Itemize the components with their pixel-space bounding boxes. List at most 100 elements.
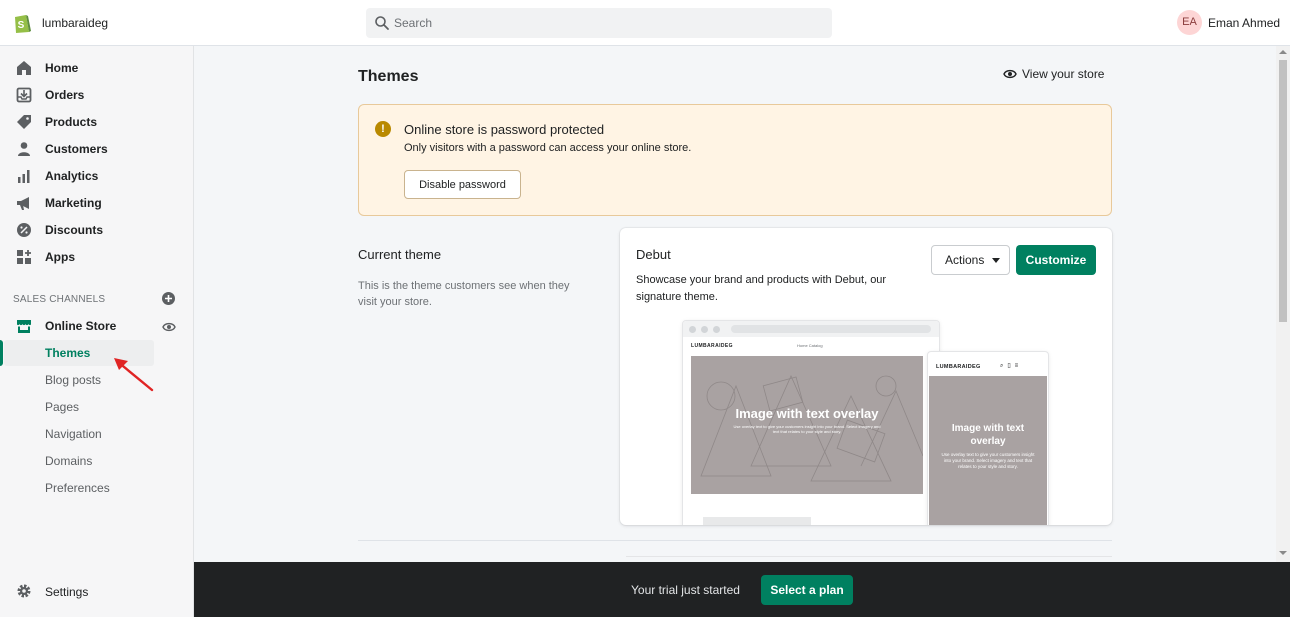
sidebar-subitem-navigation[interactable]: Navigation [0, 421, 194, 447]
sidebar-subitem-blog-posts[interactable]: Blog posts [0, 367, 194, 393]
mobile-hero-image: Image with text overlay Use overlay text… [929, 376, 1047, 525]
svg-text:S: S [18, 20, 25, 31]
bar-chart-icon [18, 170, 30, 183]
window-dot [701, 326, 708, 333]
window-dot [713, 326, 720, 333]
trial-text: Your trial just started [631, 583, 740, 597]
sidebar-item-label: Home [45, 61, 79, 75]
sidebar-subitem-themes[interactable]: Themes [0, 340, 194, 366]
search-input[interactable] [394, 8, 814, 38]
sidebar-item-orders[interactable]: Orders [0, 82, 194, 108]
home-icon [17, 61, 31, 75]
search-bar[interactable] [366, 8, 832, 38]
apps-icon [17, 250, 31, 264]
scroll-up-icon[interactable] [1279, 50, 1287, 54]
sidebar-subitem-label: Domains [45, 454, 93, 468]
scroll-down-icon[interactable] [1279, 551, 1287, 555]
caret-down-icon [992, 258, 1000, 263]
sidebar-subitem-domains[interactable]: Domains [0, 448, 194, 474]
current-theme-description: This is the theme customers see when the… [358, 280, 570, 308]
view-store-label: View your store [1022, 67, 1105, 81]
preview-brand: LUMBARAIDEG [691, 343, 733, 349]
password-banner: ! Online store is password protected Onl… [358, 104, 1112, 216]
trial-bar: Your trial just started Select a plan [194, 562, 1290, 617]
shopify-logo-icon[interactable]: S [12, 12, 32, 34]
sidebar-subitem-label: Pages [45, 400, 80, 414]
top-bar: S lumbaraideg EA Eman Ahmed [0, 0, 1290, 46]
sidebar-item-label: Online Store [45, 319, 117, 333]
mobile-hero-title: Image with text overlay [951, 423, 1025, 447]
add-channel-icon[interactable] [162, 292, 175, 305]
discount-icon [17, 223, 31, 237]
sidebar-item-analytics[interactable]: Analytics [0, 163, 194, 189]
section-divider [358, 540, 1112, 541]
actions-button[interactable]: Actions [931, 245, 1010, 275]
page-title: Themes [358, 68, 419, 85]
sidebar-item-products[interactable]: Products [0, 109, 194, 135]
person-icon [18, 142, 30, 156]
card-divider [626, 556, 1112, 557]
sidebar-item-settings[interactable]: Settings [0, 578, 194, 604]
sidebar-item-home[interactable]: Home [0, 55, 194, 81]
sidebar-subitem-label: Themes [45, 346, 91, 360]
theme-card: Debut Showcase your brand and products w… [620, 228, 1112, 525]
orders-icon [16, 87, 32, 103]
sidebar-subitem-label: Preferences [45, 481, 110, 495]
mobile-hero-subtitle: Use overlay text to give your customers … [941, 452, 1035, 469]
window-dot [689, 326, 696, 333]
sidebar: Home Orders Products Customers Analytics… [0, 46, 194, 617]
user-name[interactable]: Eman Ahmed [1208, 16, 1280, 30]
mobile-preview: LUMBARAIDEG ⌕▯≡ Image with text overlay … [927, 351, 1049, 525]
scrollbar-thumb[interactable] [1279, 60, 1287, 322]
sidebar-item-label: Analytics [45, 169, 99, 183]
sidebar-subitem-label: Navigation [45, 427, 102, 441]
sidebar-item-label: Customers [45, 142, 108, 156]
sidebar-item-customers[interactable]: Customers [0, 136, 194, 162]
sidebar-item-label: Settings [45, 585, 89, 599]
preview-hero-image: Image with text overlay Use overlay text… [691, 356, 923, 494]
current-theme-heading: Current theme [358, 247, 442, 262]
sidebar-item-label: Apps [45, 250, 75, 264]
preview-nav: LUMBARAIDEG Home Catalog [691, 343, 923, 351]
eye-icon [1003, 69, 1017, 79]
banner-text: Only visitors with a password can access… [404, 142, 692, 154]
megaphone-icon [17, 197, 29, 210]
sidebar-item-label: Marketing [45, 196, 102, 210]
sidebar-item-apps[interactable]: Apps [0, 244, 194, 270]
banner-title: Online store is password protected [404, 122, 605, 137]
main-content: Themes View your store ! Online store is… [194, 46, 1276, 562]
annotation-arrow-icon [114, 358, 154, 392]
scrollbar[interactable] [1276, 46, 1290, 562]
warning-icon: ! [375, 121, 391, 137]
preview-links: Home Catalog [797, 343, 823, 348]
sidebar-item-label: Discounts [45, 223, 104, 237]
active-indicator [0, 340, 3, 366]
preview-hero-title: Image with text overlay [735, 406, 879, 421]
store-name[interactable]: lumbaraideg [42, 16, 108, 30]
gear-icon [17, 584, 31, 598]
avatar[interactable]: EA [1177, 10, 1202, 35]
sidebar-subitem-pages[interactable]: Pages [0, 394, 194, 420]
actions-label: Actions [945, 253, 985, 267]
sidebar-subitem-preferences[interactable]: Preferences [0, 475, 194, 501]
sales-channels-heading: SALES CHANNELS [13, 294, 106, 305]
preview-footer-block [703, 517, 811, 525]
sidebar-item-discounts[interactable]: Discounts [0, 217, 194, 243]
sidebar-item-marketing[interactable]: Marketing [0, 190, 194, 216]
tag-icon [17, 115, 31, 129]
sidebar-item-label: Products [45, 115, 98, 129]
store-icon [17, 320, 31, 333]
sidebar-subitem-label: Blog posts [45, 373, 102, 387]
search-icon [375, 16, 389, 30]
disable-password-button[interactable]: Disable password [404, 170, 521, 199]
browser-chrome [683, 321, 939, 337]
desktop-preview: LUMBARAIDEG Home Catalog Image with text… [682, 320, 940, 525]
preview-hero-subtitle: Use overlay text to give your customers … [733, 424, 881, 434]
url-bar [731, 325, 931, 333]
select-plan-button[interactable]: Select a plan [761, 575, 853, 605]
mobile-nav-icons: ⌕▯≡ [1000, 363, 1023, 369]
eye-icon[interactable] [162, 321, 176, 333]
customize-button[interactable]: Customize [1016, 245, 1096, 275]
sidebar-item-label: Orders [45, 88, 85, 102]
theme-description: Showcase your brand and products with De… [636, 274, 887, 303]
